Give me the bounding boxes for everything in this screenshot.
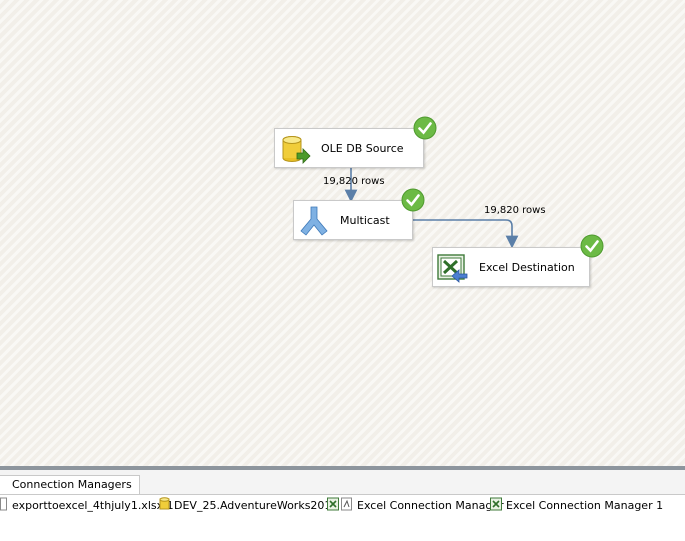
connection-manager-list: exporttoexcel_4thjuly1.xlsx 1 DEV_25.Adv… (0, 496, 685, 516)
connection-manager-item[interactable]: exporttoexcel_4thjuly1.xlsx 1 (0, 496, 174, 514)
excel-destination-task[interactable]: Excel Destination (432, 247, 590, 287)
connection-managers-tabstrip: Connection Managers (0, 470, 685, 495)
connection-manager-item[interactable]: Excel Connection Manager 1 (490, 496, 663, 514)
database-source-icon (279, 133, 311, 165)
path-multicast-to-excel[interactable] (413, 219, 519, 249)
success-check-icon (401, 188, 425, 212)
flat-file-icon (0, 497, 8, 514)
excel-destination-icon (437, 252, 469, 284)
connection-managers-panel: Connection Managers exporttoexcel_4thjul… (0, 470, 685, 541)
row-count-label: 19,820 rows (484, 205, 546, 216)
database-icon (159, 496, 170, 514)
task-label: Multicast (340, 214, 390, 227)
connection-manager-item[interactable]: DEV_25.AdventureWorks2012 (159, 496, 338, 514)
data-flow-canvas[interactable]: OLE DB Source 19,820 rows Multicast 19,8… (0, 0, 685, 466)
task-label: Excel Destination (479, 261, 575, 274)
row-count-label: 19,820 rows (323, 176, 385, 187)
success-check-icon (580, 234, 604, 258)
tab-connection-managers[interactable]: Connection Managers (0, 475, 140, 494)
task-label: OLE DB Source (321, 142, 404, 155)
success-check-icon (413, 116, 437, 140)
multicast-icon (298, 205, 330, 237)
ole-db-source-task[interactable]: OLE DB Source (274, 128, 424, 168)
connection-manager-item[interactable]: Excel Connection Manager (327, 496, 504, 514)
multicast-task[interactable]: Multicast (293, 200, 413, 240)
excel-icon (490, 497, 502, 514)
excel-icon (327, 497, 353, 514)
